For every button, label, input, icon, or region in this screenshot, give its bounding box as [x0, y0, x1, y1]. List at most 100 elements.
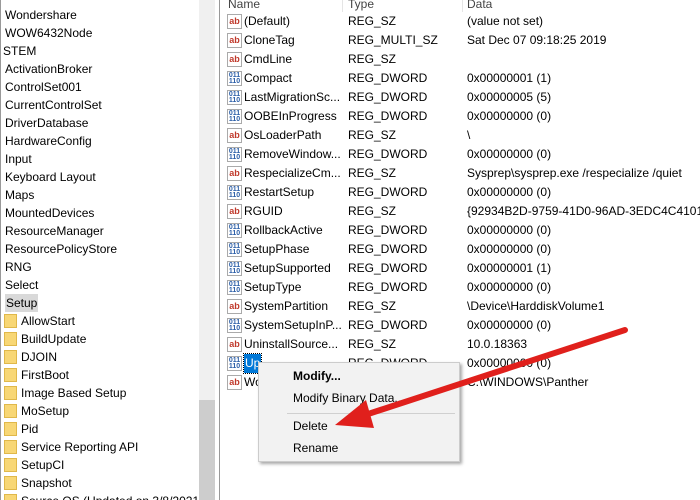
value-type: REG_SZ	[348, 166, 397, 180]
registry-value-row[interactable]: ab OsLoaderPath REG_SZ \	[220, 126, 700, 145]
tree-key[interactable]: RNG	[5, 258, 32, 276]
tree-subkey[interactable]: Image Based Setup	[4, 384, 126, 402]
value-type: REG_DWORD	[348, 147, 428, 161]
tree-subkey[interactable]: MoSetup	[4, 402, 69, 420]
string-value-icon: ab	[227, 204, 242, 219]
value-type: REG_DWORD	[348, 261, 428, 275]
column-header-name[interactable]: Name	[228, 0, 261, 11]
registry-value-row[interactable]: ab RespecializeCm... REG_SZ Sysprep\sysprep…	[220, 164, 700, 183]
tree-key[interactable]: CurrentControlSet	[5, 96, 102, 114]
binary-value-icon: 011 110	[227, 109, 242, 124]
tree-key[interactable]: ControlSet001	[5, 78, 82, 96]
scrollbar-thumb[interactable]	[199, 400, 215, 500]
tree-key-label: MountedDevices	[5, 206, 95, 220]
registry-key-tree[interactable]: Wondershare WOW6432Node STEM ActivationBrok…	[0, 0, 216, 500]
tree-key-label: Input	[5, 152, 32, 166]
tree-key[interactable]: Input	[5, 150, 32, 168]
column-divider[interactable]	[342, 0, 343, 12]
value-type: REG_DWORD	[348, 109, 428, 123]
value-name: RemoveWindow...	[244, 147, 341, 161]
tree-key-label: Wondershare	[5, 8, 77, 22]
value-data: 0x00000000 (0)	[467, 223, 552, 237]
value-name: CloneTag	[244, 33, 295, 47]
registry-value-row[interactable]: ab (Default) REG_SZ (value not set)	[220, 12, 700, 31]
folder-icon	[4, 313, 17, 328]
column-divider[interactable]	[462, 0, 463, 12]
value-name: LastMigrationSc...	[244, 90, 341, 104]
registry-value-row[interactable]: 011 110 RestartSetup REG_DWORD 0x00000000 (0…	[220, 183, 700, 202]
tree-subkey[interactable]: DJOIN	[4, 348, 57, 366]
column-header-data[interactable]: Data	[467, 0, 493, 11]
tree-subkey[interactable]: FirstBoot	[4, 366, 69, 384]
folder-icon	[4, 439, 17, 454]
tree-key-label: Maps	[5, 188, 35, 202]
folder-icon	[4, 457, 17, 472]
registry-value-row[interactable]: 011 110 SetupType REG_DWORD 0x00000000 (0)	[220, 278, 700, 297]
tree-key[interactable]: WOW6432Node	[5, 24, 92, 42]
registry-value-row[interactable]: 011 110 SetupSupported REG_DWORD 0x00000001 …	[220, 259, 700, 278]
tree-key[interactable]: ActivationBroker	[5, 60, 92, 78]
registry-value-row[interactable]: ab CmdLine REG_SZ	[220, 50, 700, 69]
folder-icon	[4, 349, 17, 364]
value-data: 0x00000000 (0)	[467, 356, 552, 370]
tree-subkey[interactable]: Service Reporting API	[4, 438, 138, 456]
tree-scrollbar[interactable]	[199, 0, 215, 500]
tree-key-label: ActivationBroker	[5, 62, 93, 76]
registry-value-row[interactable]: 011 110 OOBEInProgress REG_DWORD 0x00000000 …	[220, 107, 700, 126]
registry-value-row[interactable]: 011 110 Compact REG_DWORD 0x00000001 (1)	[220, 69, 700, 88]
registry-value-row[interactable]: 011 110 LastMigrationSc... REG_DWORD 0x00000…	[220, 88, 700, 107]
menu-item-rename[interactable]: Rename	[293, 438, 338, 458]
value-type: REG_DWORD	[348, 185, 428, 199]
value-type: REG_DWORD	[348, 318, 428, 332]
tree-key[interactable]: DriverDatabase	[5, 114, 88, 132]
registry-value-row[interactable]: 011 110 SystemSetupInP... REG_DWORD 0x000000…	[220, 316, 700, 335]
value-name: UninstallSource...	[244, 337, 339, 351]
binary-value-icon: 011 110	[227, 242, 242, 257]
tree-key-label: STEM	[3, 44, 37, 58]
tree-subkey[interactable]: Source OS (Updated on 3/8/2021 1	[4, 492, 209, 500]
menu-item-modify[interactable]: Modify...	[293, 366, 341, 386]
tree-key[interactable]: Select	[5, 276, 38, 294]
tree-subkey[interactable]: Snapshot	[4, 474, 72, 492]
menu-item-delete[interactable]: Delete	[293, 416, 328, 436]
tree-key-label: ResourcePolicyStore	[5, 242, 118, 256]
string-value-icon: ab	[227, 166, 242, 181]
registry-value-row[interactable]: ab SystemPartition REG_SZ \Device\HarddiskV…	[220, 297, 700, 316]
column-header-type[interactable]: Type	[348, 0, 375, 11]
tree-key[interactable]: HardwareConfig	[5, 132, 92, 150]
binary-value-icon: 011 110	[227, 356, 242, 371]
tree-key[interactable]: Keyboard Layout	[5, 168, 96, 186]
tree-key[interactable]: STEM	[3, 42, 36, 60]
value-data: \	[467, 128, 471, 142]
string-value-icon: ab	[227, 33, 242, 48]
folder-icon	[4, 385, 17, 400]
registry-value-row[interactable]: 011 110 RollbackActive REG_DWORD 0x00000000 …	[220, 221, 700, 240]
value-data: 0x00000001 (1)	[467, 71, 552, 85]
tree-key[interactable]: MountedDevices	[5, 204, 94, 222]
registry-value-row[interactable]: ab UninstallSource... REG_SZ 10.0.18363	[220, 335, 700, 354]
value-data: 0x00000000 (0)	[467, 242, 552, 256]
tree-subkey[interactable]: Pid	[4, 420, 38, 438]
tree-key[interactable]: ResourceManager	[5, 222, 104, 240]
tree-subkey[interactable]: AllowStart	[4, 312, 75, 330]
binary-value-icon: 011 110	[227, 261, 242, 276]
tree-key[interactable]: Maps	[5, 186, 34, 204]
tree-key-label: Select	[5, 278, 39, 292]
tree-subkey[interactable]: SetupCI	[4, 456, 64, 474]
registry-value-row[interactable]: 011 110 SetupPhase REG_DWORD 0x00000000 (0)	[220, 240, 700, 259]
value-name: OOBEInProgress	[244, 109, 337, 123]
tree-subkey[interactable]: BuildUpdate	[4, 330, 86, 348]
registry-value-row[interactable]: ab RGUID REG_SZ {92934B2D-9759-41D0-96AD-3E…	[220, 202, 700, 221]
registry-value-row[interactable]: 011 110 RemoveWindow... REG_DWORD 0x00000000…	[220, 145, 700, 164]
tree-key-label: CurrentControlSet	[5, 98, 102, 112]
tree-key-label: AllowStart	[21, 314, 76, 328]
registry-value-row[interactable]: ab CloneTag REG_MULTI_SZ Sat Dec 07 09:18:2…	[220, 31, 700, 50]
tree-key[interactable]: Wondershare	[5, 6, 77, 24]
string-value-icon: ab	[227, 375, 242, 390]
tree-key[interactable]: ResourcePolicyStore	[5, 240, 117, 258]
menu-item-modify-binary-data[interactable]: Modify Binary Data...	[293, 388, 404, 408]
binary-value-icon: 011 110	[227, 147, 242, 162]
value-data: (value not set)	[467, 14, 544, 28]
tree-key-label: MoSetup	[21, 404, 70, 418]
tree-key[interactable]: Setup	[5, 294, 39, 312]
